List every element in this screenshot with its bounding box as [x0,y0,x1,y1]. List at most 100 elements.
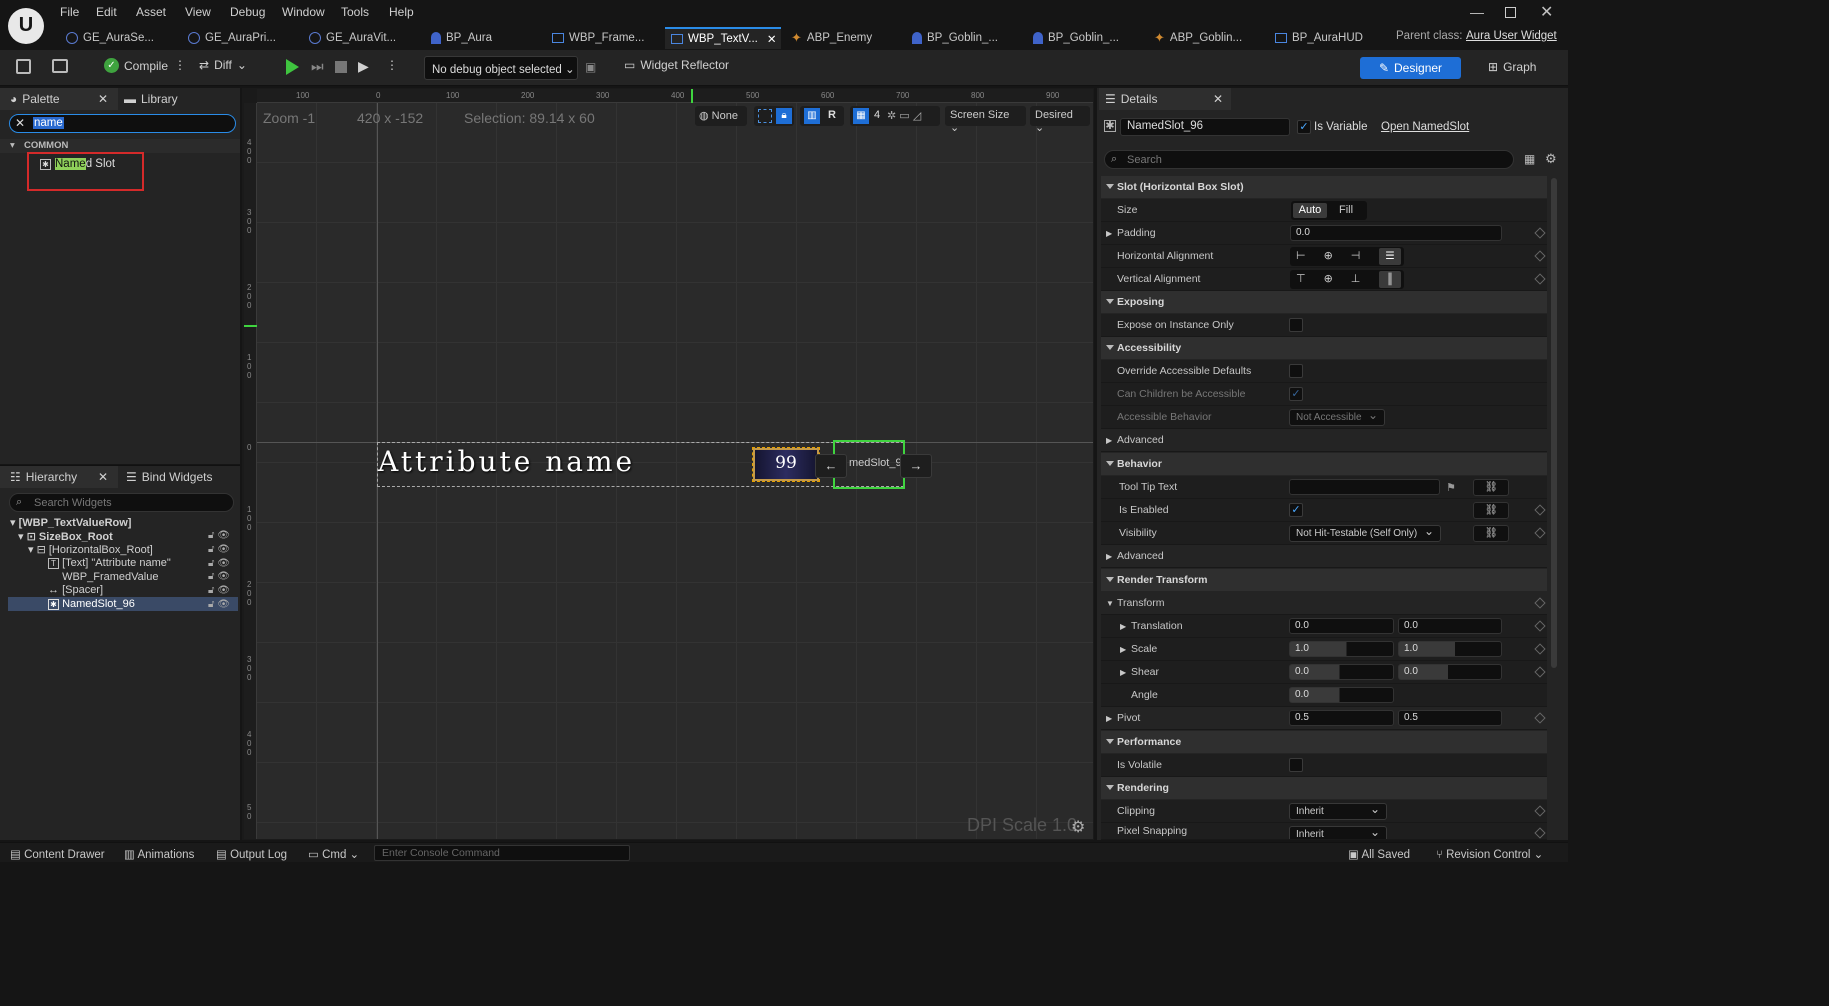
reset-icon[interactable] [1534,827,1546,839]
design-canvas[interactable]: Zoom -1 420 x -152 Selection: 89.14 x 60… [257,103,1093,839]
section-performance[interactable]: Performance [1101,731,1547,753]
hierarchy-item-spacer[interactable]: ↔ [Spacer] [48,584,103,596]
tab-bp-goblin-1[interactable]: BP_Goblin_... [906,27,1026,49]
size-fill-button[interactable]: Fill [1339,203,1353,218]
tab-bind-widgets[interactable]: ☰ Bind Widgets [126,466,212,488]
move-right-button[interactable]: → [900,454,932,478]
row-transform[interactable]: ▼ Transform [1101,592,1547,615]
hierarchy-item-namedslot[interactable]: ✱ NamedSlot_96 [48,598,135,610]
bind-button[interactable]: ⛓ [1473,525,1509,542]
palette-search-input[interactable]: ✕ name [9,114,236,133]
debug-browse-icon[interactable]: ▣ [585,60,596,74]
reset-icon[interactable] [1534,227,1546,239]
menu-help[interactable]: Help [389,5,414,19]
widget-name-input[interactable]: NamedSlot_96 [1120,118,1290,136]
row-advanced[interactable]: ▶ Advanced [1101,429,1547,452]
v-align-fill-icon[interactable]: ║ [1379,271,1401,288]
unreal-logo[interactable]: U [8,8,44,44]
tab-ge-aurase[interactable]: GE_AuraSe... [60,27,180,49]
play-icon[interactable] [286,59,299,75]
close-tab-icon[interactable]: ✕ [1213,92,1223,106]
all-saved-button[interactable]: ▣ All Saved [1348,847,1410,861]
expand-icon[interactable]: ▶ [1106,229,1112,238]
shear-x-input[interactable]: 0.0 [1289,664,1394,680]
expand-icon[interactable]: ▶ [1106,436,1112,445]
tab-bp-aura[interactable]: BP_Aura [425,27,545,49]
open-named-slot-link[interactable]: Open NamedSlot [1381,121,1469,133]
tab-wbp-textv[interactable]: WBP_TextV... ✕ [665,27,781,49]
bind-button[interactable]: ⛓ [1473,502,1509,519]
tab-details[interactable]: ☰ Details ✕ [1099,88,1231,110]
stop-icon[interactable] [335,61,347,73]
reset-icon[interactable] [1534,250,1546,262]
menu-tools[interactable]: Tools [341,5,369,19]
section-accessibility[interactable]: Accessibility [1101,337,1547,359]
step-icon[interactable]: ⏭ [311,58,324,75]
attribute-name-text[interactable]: Attribute name [378,445,635,478]
tab-abp-enemy[interactable]: ✦ ABP_Enemy [785,27,905,49]
h-align-fill-icon[interactable]: ☰ [1379,248,1401,265]
override-access-checkbox[interactable] [1289,364,1303,378]
expand-icon[interactable]: ▶ [1120,622,1126,631]
reset-icon[interactable] [1534,712,1546,724]
move-left-button[interactable]: ← [815,454,847,478]
menu-edit[interactable]: Edit [96,5,117,19]
save-icon[interactable] [16,59,31,74]
table-view-icon[interactable]: ▦ [1524,152,1535,166]
content-drawer-button[interactable]: ▤ Content Drawer [10,847,105,861]
reset-icon[interactable] [1534,273,1546,285]
respect-locks-toggle[interactable]: 🔒︎ [754,106,794,126]
menu-window[interactable]: Window [282,5,325,19]
section-render-transform[interactable]: Render Transform [1101,569,1547,591]
section-exposing[interactable]: Exposing [1101,291,1547,313]
animations-button[interactable]: ▥ Animations [124,847,194,861]
size-auto-button[interactable]: Auto [1293,203,1327,218]
lock-eye-icons[interactable]: 🔓︎ 👁︎ [208,585,230,596]
revision-control-button[interactable]: ⑂ Revision Control ⌄ [1436,847,1543,861]
lock-eye-icons[interactable]: 🔓︎ 👁︎ [208,530,230,541]
reset-icon[interactable] [1534,620,1546,632]
is-variable-checkbox[interactable]: ✓ [1297,120,1311,134]
reset-icon[interactable] [1534,597,1546,609]
close-window-button[interactable]: ✕ [1540,2,1553,22]
lock-eye-icons[interactable]: 🔓︎ 👁︎ [208,558,230,569]
visibility-select[interactable]: Not Hit-Testable (Self Only) [1289,524,1441,542]
compile-button[interactable]: ✓ Compile [104,58,168,73]
hierarchy-item-text[interactable]: T [Text] "Attribute name" [48,557,171,569]
is-volatile-checkbox[interactable] [1289,758,1303,772]
widget-reflector-button[interactable]: ▭ Widget Reflector [624,58,729,72]
padding-input[interactable]: 0.0 [1290,225,1502,241]
palette-category-common[interactable]: ▾ COMMON [0,139,240,153]
dpi-settings-icon[interactable]: ⚙ [1071,817,1085,837]
hierarchy-item-horizontalbox[interactable]: ▾ ⊟ [HorizontalBox_Root] [28,543,153,556]
localization-preview-button[interactable]: ◍ None [695,106,747,126]
reset-icon[interactable] [1534,643,1546,655]
expose-instance-checkbox[interactable] [1289,318,1303,332]
tooltip-input[interactable] [1289,479,1440,495]
scale-x-input[interactable]: 1.0 [1289,641,1394,657]
translation-x-input[interactable]: 0.0 [1289,618,1394,634]
menu-asset[interactable]: Asset [136,5,166,19]
tab-ge-auravit[interactable]: GE_AuraVit... [303,27,423,49]
section-slot[interactable]: Slot (Horizontal Box Slot) [1101,176,1547,198]
menu-view[interactable]: View [185,5,211,19]
details-search-input[interactable]: ⌕ Search [1104,150,1514,169]
clipping-select[interactable]: Inherit [1289,802,1387,820]
tab-palette[interactable]: ◕ Palette ✕ [0,88,118,110]
menu-debug[interactable]: Debug [230,5,265,19]
reset-icon[interactable] [1534,805,1546,817]
layout-toggle[interactable]: ▥ R [800,106,844,126]
close-tab-icon[interactable]: ✕ [767,32,777,46]
reset-icon[interactable] [1534,666,1546,678]
pivot-x-input[interactable]: 0.5 [1289,710,1394,726]
hierarchy-search-input[interactable]: ⌕ Search Widgets [9,493,234,512]
expand-icon[interactable]: ▶ [1106,714,1112,723]
lock-eye-icons[interactable]: 🔓︎ 👁︎ [208,571,230,582]
designer-button[interactable]: ✎ Designer [1360,57,1461,79]
row-advanced-2[interactable]: ▶ Advanced [1101,545,1547,568]
tab-library[interactable]: ▬ Library [124,88,178,110]
shear-y-input[interactable]: 0.0 [1398,664,1502,680]
grid-snap-controls[interactable]: ▦ 4 ✲ ▭ ◿ [850,106,940,126]
expand-icon[interactable]: ▶ [1120,668,1126,677]
hierarchy-item-sizebox[interactable]: ▾ ⊡ SizeBox_Root [18,530,113,543]
